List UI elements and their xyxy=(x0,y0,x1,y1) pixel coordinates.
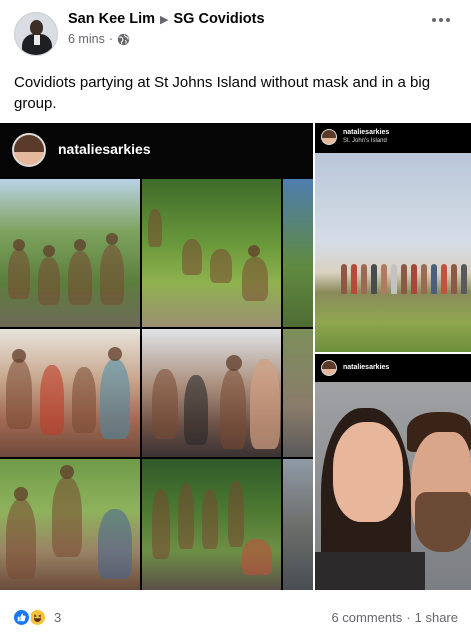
globe-icon xyxy=(117,33,130,45)
group-name[interactable]: SG Covidiots xyxy=(174,11,265,27)
collage-photo xyxy=(0,329,140,457)
collage-grid xyxy=(0,179,313,590)
shares-count[interactable]: 1 share xyxy=(415,610,458,625)
post-stats: 6 comments · 1 share xyxy=(331,610,458,625)
collage-photo xyxy=(0,459,140,590)
instagram-avatar xyxy=(12,133,46,167)
instagram-header: nataliesarkies xyxy=(0,123,313,179)
post-meta: 6 mins · xyxy=(68,32,130,46)
triangle-right-icon: ▶ xyxy=(160,13,169,26)
collage-photo xyxy=(142,179,281,327)
instagram-avatar xyxy=(321,129,337,145)
post-footer: 3 6 comments · 1 share xyxy=(0,600,471,634)
photo-collage-left[interactable]: nataliesarkies xyxy=(0,123,313,590)
photo-beach-group[interactable]: nataliesarkies St. John's Island xyxy=(315,123,471,352)
post-photos: nataliesarkies nataliesarkies St. John's… xyxy=(0,123,471,590)
like-icon[interactable] xyxy=(12,608,31,627)
reaction-count[interactable]: 3 xyxy=(54,610,61,625)
collage-photo xyxy=(283,179,313,327)
stats-separator: · xyxy=(406,610,411,625)
instagram-username: nataliesarkies xyxy=(343,129,390,136)
post-header: San Kee Lim ▶ SG Covidiots 6 mins · xyxy=(0,0,471,60)
instagram-username: nataliesarkies xyxy=(343,364,390,371)
photo-couple-selfie[interactable]: nataliesarkies xyxy=(315,354,471,590)
post-author-line: San Kee Lim ▶ SG Covidiots xyxy=(68,11,265,27)
instagram-location: St. John's Island xyxy=(343,138,387,144)
collage-photo xyxy=(142,459,281,590)
collage-photo xyxy=(283,329,313,457)
post-text: Covidiots partying at St Johns Island wi… xyxy=(14,74,431,112)
collage-photo xyxy=(142,329,281,457)
post-timestamp[interactable]: 6 mins xyxy=(68,32,105,46)
author-avatar[interactable] xyxy=(14,12,58,56)
instagram-username: nataliesarkies xyxy=(58,141,151,157)
comments-count[interactable]: 6 comments xyxy=(331,610,402,625)
more-options-icon[interactable] xyxy=(426,10,456,30)
beach-photo xyxy=(315,153,471,352)
meta-separator: · xyxy=(108,32,113,46)
author-name[interactable]: San Kee Lim xyxy=(68,11,155,27)
selfie-photo xyxy=(315,382,471,590)
instagram-avatar xyxy=(321,360,337,376)
collage-photo xyxy=(283,459,313,590)
collage-photo xyxy=(0,179,140,327)
